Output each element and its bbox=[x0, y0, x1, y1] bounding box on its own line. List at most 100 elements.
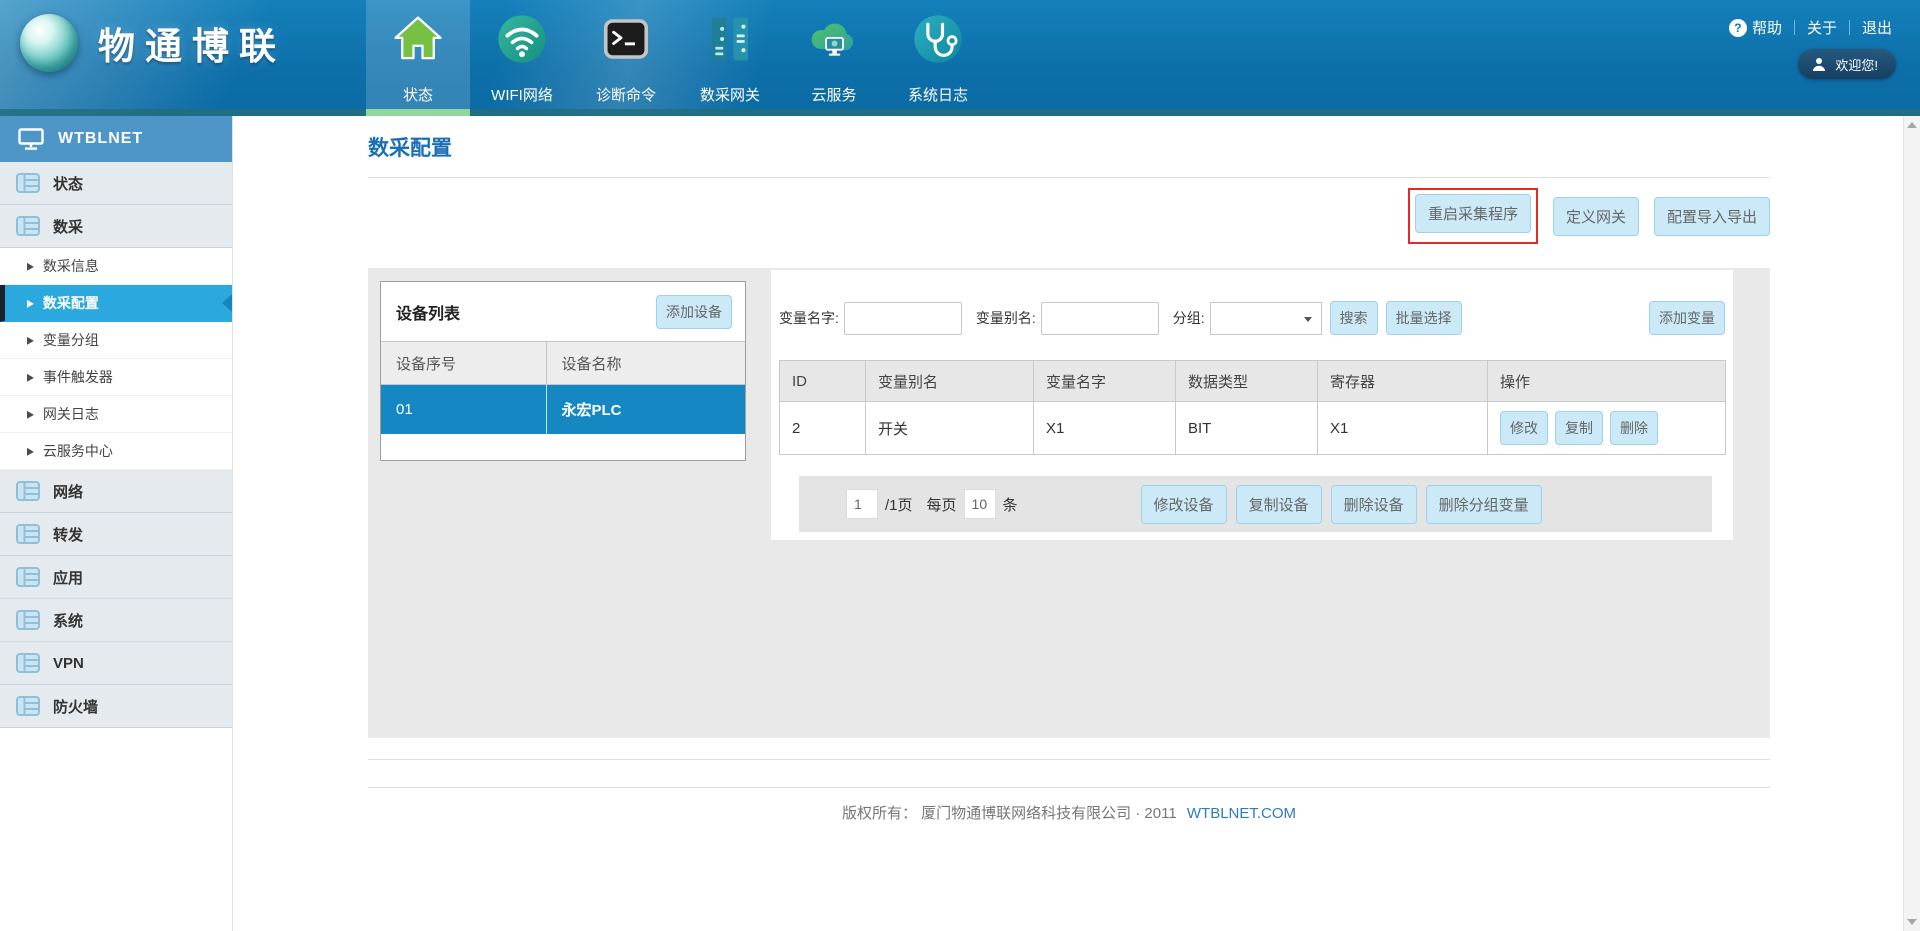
add-variable-button[interactable]: 添加变量 bbox=[1649, 301, 1725, 335]
caret-right-icon: ▶ bbox=[27, 445, 34, 458]
restart-collector-button[interactable]: 重启采集程序 bbox=[1415, 194, 1531, 233]
var-id: 2 bbox=[780, 402, 866, 455]
var-col-register: 寄存器 bbox=[1318, 361, 1488, 402]
scroll-up-icon[interactable] bbox=[1907, 122, 1917, 128]
config-panel: 设备列表 添加设备 设备序号 设备名称 01 永宏PLC bbox=[368, 268, 1770, 738]
delete-device-button[interactable]: 删除设备 bbox=[1331, 485, 1417, 524]
delete-group-vars-button[interactable]: 删除分组变量 bbox=[1426, 485, 1542, 524]
unit-label: 条 bbox=[1003, 494, 1018, 515]
sidebar-item-network[interactable]: 网络 bbox=[0, 470, 232, 513]
config-import-export-button[interactable]: 配置导入导出 bbox=[1654, 197, 1770, 236]
var-alias-input[interactable] bbox=[1041, 302, 1159, 335]
cloud-service-icon bbox=[807, 12, 861, 66]
variables-table: ID 变量别名 变量名字 数据类型 寄存器 操作 2 开关 X1 BIT bbox=[779, 360, 1726, 455]
app-header: 物通博联 状态 WIFI网络 bbox=[0, 0, 1920, 116]
copy-device-button[interactable]: 复制设备 bbox=[1236, 485, 1322, 524]
batch-select-button[interactable]: 批量选择 bbox=[1386, 301, 1462, 335]
define-gateway-button[interactable]: 定义网关 bbox=[1553, 197, 1639, 236]
device-row-empty bbox=[381, 434, 745, 460]
sidebar-item-cloud-center[interactable]: ▶ 云服务中心 bbox=[0, 433, 232, 470]
edit-device-button[interactable]: 修改设备 bbox=[1141, 485, 1227, 524]
sidebar-item-datacollect-config[interactable]: ▶ 数采配置 bbox=[0, 285, 232, 322]
var-col-datatype: 数据类型 bbox=[1176, 361, 1318, 402]
nav-item-gateway[interactable]: 数采网关 bbox=[678, 0, 782, 116]
var-register: X1 bbox=[1318, 402, 1488, 455]
variables-panel: 变量名字: 变量别名: 分组: 搜索 批量选择 添加变量 bbox=[771, 270, 1733, 540]
about-link[interactable]: 关于 bbox=[1807, 17, 1837, 38]
page: 物通博联 状态 WIFI网络 bbox=[0, 0, 1920, 931]
var-alias: 开关 bbox=[866, 402, 1034, 455]
welcome-badge[interactable]: 欢迎您! bbox=[1798, 49, 1896, 79]
var-name-input[interactable] bbox=[844, 302, 962, 335]
search-button[interactable]: 搜索 bbox=[1330, 301, 1378, 335]
group-label: 分组: bbox=[1173, 308, 1205, 328]
nav-item-diagnostic[interactable]: 诊断命令 bbox=[574, 0, 678, 116]
nav-item-syslog[interactable]: 系统日志 bbox=[886, 0, 990, 116]
divider bbox=[368, 177, 1770, 178]
variable-row: 2 开关 X1 BIT X1 修改 复制 删除 bbox=[780, 402, 1726, 455]
divider bbox=[368, 787, 1770, 788]
caret-right-icon: ▶ bbox=[27, 260, 34, 273]
system-log-icon bbox=[911, 12, 965, 66]
sidebar-item-datacollect-info[interactable]: ▶ 数采信息 bbox=[0, 248, 232, 285]
vertical-scrollbar[interactable] bbox=[1903, 116, 1920, 931]
device-table: 设备序号 设备名称 01 永宏PLC bbox=[381, 341, 745, 460]
help-link[interactable]: ? 帮助 bbox=[1729, 17, 1782, 38]
sidebar-item-application[interactable]: 应用 bbox=[0, 556, 232, 599]
main-nav: 状态 WIFI网络 bbox=[366, 0, 990, 116]
sidebar-item-firewall[interactable]: 防火墙 bbox=[0, 685, 232, 728]
sidebar-item-event-trigger[interactable]: ▶ 事件触发器 bbox=[0, 359, 232, 396]
device-col-name: 设备名称 bbox=[546, 342, 745, 385]
grid-icon bbox=[16, 481, 40, 501]
sidebar-item-status[interactable]: 状态 bbox=[0, 162, 232, 205]
var-col-actions: 操作 bbox=[1488, 361, 1726, 402]
annotation-highlight-box: 重启采集程序 bbox=[1408, 188, 1538, 244]
add-device-button[interactable]: 添加设备 bbox=[656, 295, 732, 329]
link-separator bbox=[1849, 20, 1850, 35]
nav-item-cloud[interactable]: 云服务 bbox=[782, 0, 886, 116]
group-select[interactable] bbox=[1210, 302, 1322, 335]
sidebar-item-variable-groups[interactable]: ▶ 变量分组 bbox=[0, 322, 232, 359]
link-separator bbox=[1794, 20, 1795, 35]
toolbar: 重启采集程序 定义网关 配置导入导出 bbox=[368, 190, 1770, 242]
scroll-down-icon[interactable] bbox=[1907, 919, 1917, 925]
caret-right-icon: ▶ bbox=[27, 408, 34, 421]
main-content: 数采配置 重启采集程序 定义网关 配置导入导出 设备列表 添加设备 bbox=[233, 116, 1920, 931]
logout-link[interactable]: 退出 bbox=[1862, 17, 1892, 38]
nav-item-wifi[interactable]: WIFI网络 bbox=[470, 0, 574, 116]
sidebar-item-vpn[interactable]: VPN bbox=[0, 642, 232, 685]
copy-variable-button[interactable]: 复制 bbox=[1555, 411, 1603, 445]
sidebar-item-forwarding[interactable]: 转发 bbox=[0, 513, 232, 556]
grid-icon bbox=[16, 653, 40, 673]
page-size-input[interactable] bbox=[964, 489, 996, 519]
sidebar-item-gateway-log[interactable]: ▶ 网关日志 bbox=[0, 396, 232, 433]
logo-globe-icon bbox=[20, 14, 78, 72]
home-icon bbox=[391, 12, 445, 66]
caret-right-icon: ▶ bbox=[27, 371, 34, 384]
delete-variable-button[interactable]: 删除 bbox=[1610, 411, 1658, 445]
var-name-label: 变量名字: bbox=[779, 308, 839, 328]
per-page-label: 每页 bbox=[927, 494, 957, 515]
page-number-input[interactable] bbox=[846, 489, 878, 519]
help-icon: ? bbox=[1729, 19, 1747, 37]
wtblnet-link[interactable]: WTBLNET.COM bbox=[1187, 805, 1296, 822]
device-name: 永宏PLC bbox=[546, 385, 745, 434]
edit-variable-button[interactable]: 修改 bbox=[1500, 411, 1548, 445]
caret-right-icon: ▶ bbox=[27, 334, 34, 347]
device-serial: 01 bbox=[381, 385, 546, 434]
grid-icon bbox=[16, 610, 40, 630]
gateway-icon bbox=[703, 12, 757, 66]
nav-item-status[interactable]: 状态 bbox=[366, 0, 470, 116]
wifi-icon bbox=[495, 12, 549, 66]
monitor-icon bbox=[18, 128, 44, 150]
var-col-name: 变量名字 bbox=[1034, 361, 1176, 402]
sidebar-item-system[interactable]: 系统 bbox=[0, 599, 232, 642]
sidebar: WTBLNET 状态 数采 ▶ 数采信息 ▶ 数采配置 ▶ 变量分组 bbox=[0, 116, 233, 931]
device-row-selected[interactable]: 01 永宏PLC bbox=[381, 385, 745, 434]
var-col-id: ID bbox=[780, 361, 866, 402]
grid-icon bbox=[16, 216, 40, 236]
filter-row: 变量名字: 变量别名: 分组: 搜索 批量选择 添加变量 bbox=[779, 301, 1725, 335]
var-datatype: BIT bbox=[1176, 402, 1318, 455]
grid-icon bbox=[16, 696, 40, 716]
sidebar-item-datacollect[interactable]: 数采 bbox=[0, 205, 232, 248]
